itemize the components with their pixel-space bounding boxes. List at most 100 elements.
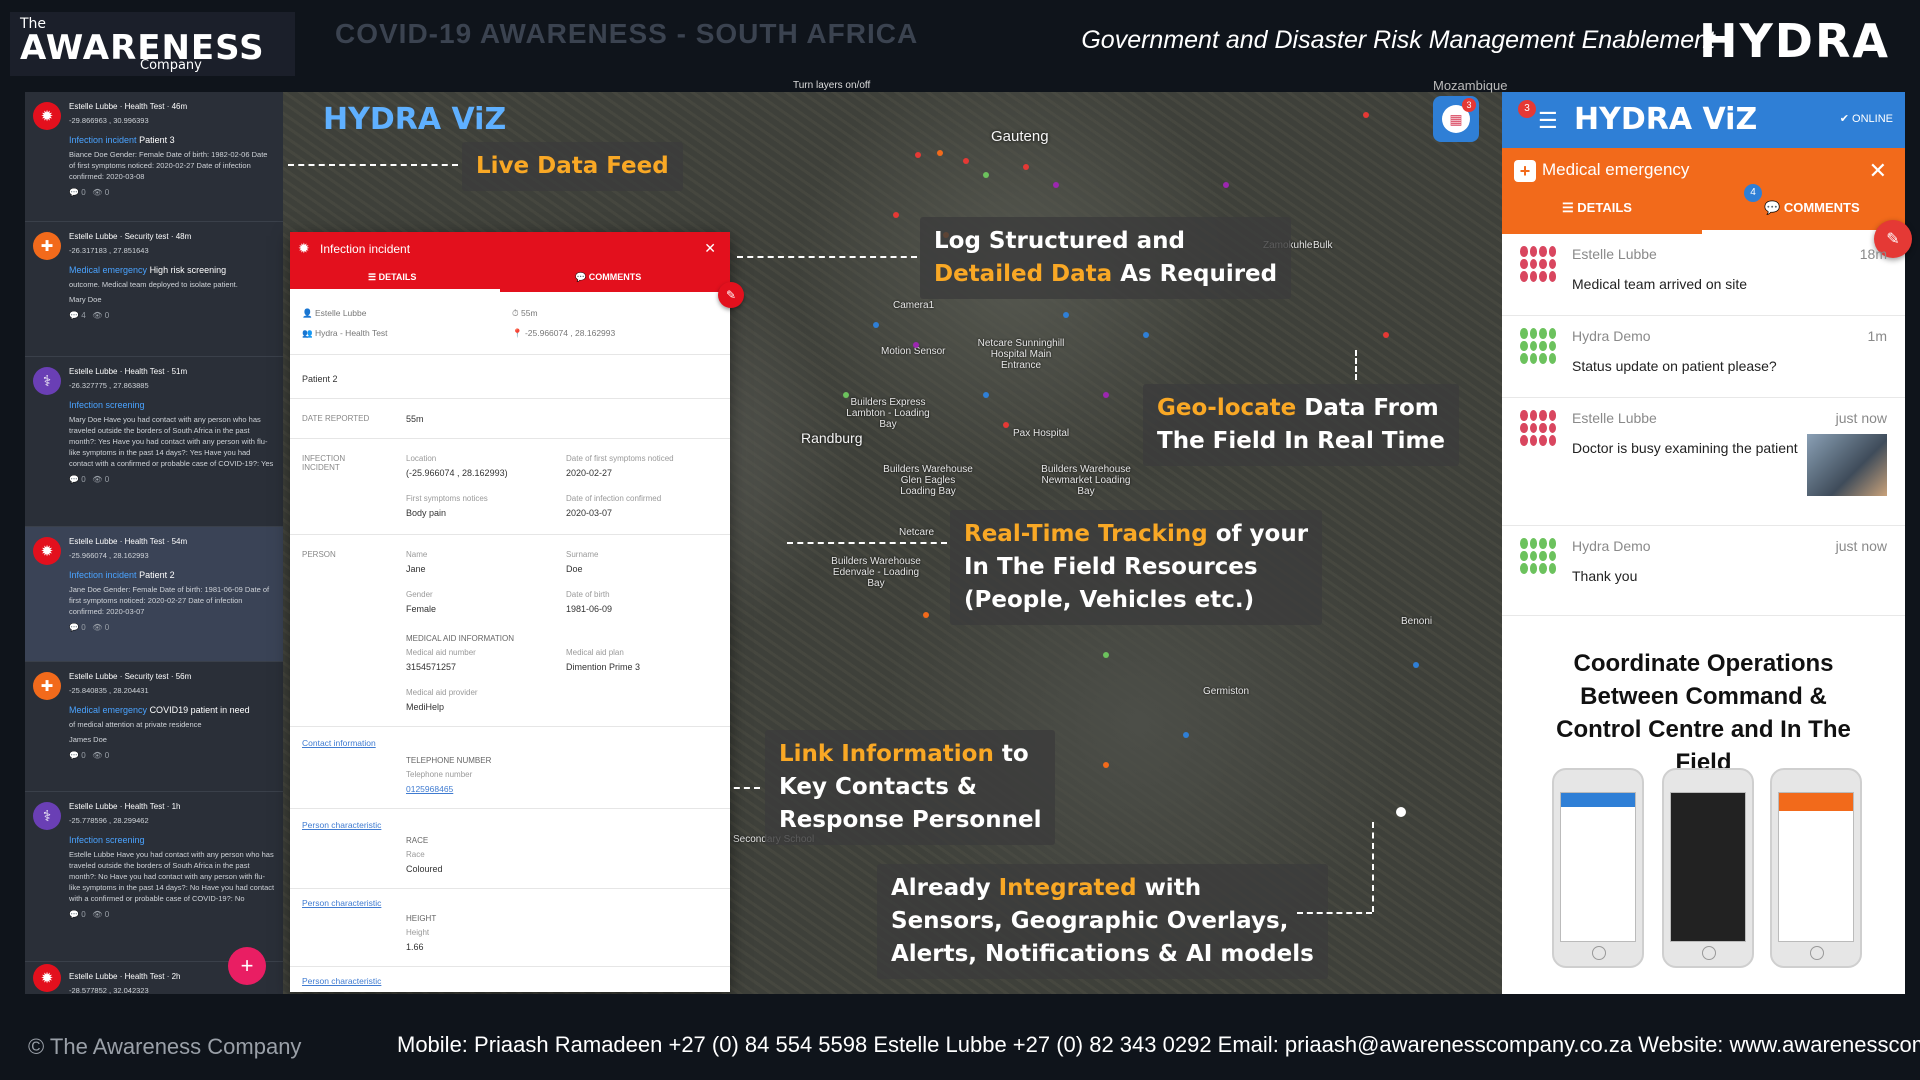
map-marker[interactable]: [983, 172, 989, 178]
avatar: [1520, 410, 1556, 446]
incident-coords: 📍 -25.966074 , 28.162993: [512, 328, 616, 338]
person-characteristic-link[interactable]: Person characteristic: [302, 976, 381, 986]
divider: [290, 354, 730, 355]
comment-photo[interactable]: [1807, 434, 1887, 496]
divider: [290, 534, 730, 535]
incident-group: 👥 Hydra - Health Test: [302, 328, 388, 338]
close-icon[interactable]: ✕: [704, 240, 716, 257]
map-marker[interactable]: [843, 392, 849, 398]
map-marker[interactable]: [1003, 422, 1009, 428]
phone-mockup: [1662, 768, 1754, 968]
menu-icon[interactable]: ☰: [1538, 108, 1558, 134]
comment-text: Medical team arrived on site: [1572, 276, 1748, 292]
feed-comments: 0: [81, 188, 86, 197]
map-marker[interactable]: [1363, 112, 1369, 118]
virus-icon: ✹: [298, 240, 310, 256]
mobile-incident-header: + Medical emergency ✕ ☰ DETAILS 💬 COMMEN…: [1502, 148, 1905, 234]
feed-age: 46m: [171, 102, 188, 111]
map-marker[interactable]: [913, 342, 919, 348]
feed-group: Health Test: [124, 367, 165, 376]
mobile-tab-details[interactable]: ☰ DETAILS: [1562, 200, 1632, 216]
grid-layer-button[interactable]: ▦ 3: [1433, 96, 1479, 142]
mobile-tab-comments[interactable]: 💬 COMMENTS: [1764, 200, 1860, 216]
map-marker[interactable]: [1063, 312, 1069, 318]
close-icon[interactable]: ✕: [1869, 158, 1887, 184]
add-button[interactable]: +: [228, 947, 266, 985]
layers-toggle[interactable]: Turn layers on/off: [793, 80, 870, 91]
person-characteristic-link[interactable]: Person characteristic: [302, 898, 381, 908]
place-builders-express: Builders Express Lambton - Loading Bay: [846, 397, 930, 430]
map-marker[interactable]: [1413, 662, 1419, 668]
divider: [290, 808, 730, 809]
medaid-plan-value: Dimention Prime 3: [566, 662, 641, 672]
map-marker[interactable]: [1183, 732, 1189, 738]
feed-item[interactable]: ⚕ Estelle Lubbe · Health Test · 1h -25.7…: [25, 792, 283, 962]
main-area: HYDRA ViZ Turn layers on/off Mozambique …: [25, 78, 1912, 995]
edit-button[interactable]: ✎: [718, 282, 744, 308]
tab-comments[interactable]: 💬 COMMENTS: [575, 272, 641, 283]
comment-item: Hydra Demo 1m Status update on patient p…: [1502, 316, 1905, 398]
map-marker[interactable]: [1223, 182, 1229, 188]
race-label: Race: [406, 850, 425, 859]
sensor-marker[interactable]: [1396, 807, 1406, 817]
awareness-logo[interactable]: The AWARENESS Company: [10, 12, 295, 76]
feed-item[interactable]: ✚ Estelle Lubbe · Security test · 48m -2…: [25, 222, 283, 357]
place-netcare-sunninghill: Netcare Sunninghill Hospital Main Entran…: [977, 338, 1065, 371]
arrow: [288, 164, 458, 166]
person-characteristic-link[interactable]: Person characteristic: [302, 820, 381, 830]
tab-details[interactable]: ☰ DETAILS: [368, 272, 416, 283]
feed-group: Health Test: [124, 102, 165, 111]
feed-item[interactable]: ⚕ Estelle Lubbe · Health Test · 51m -26.…: [25, 357, 283, 527]
comment-item: Hydra Demo just now Thank you: [1502, 526, 1905, 616]
feed-item[interactable]: ✹ Estelle Lubbe · Health Test · 46m -29.…: [25, 92, 283, 222]
map-marker[interactable]: [1383, 332, 1389, 338]
map-marker[interactable]: [983, 392, 989, 398]
map-marker[interactable]: [893, 212, 899, 218]
surname-label: Surname: [566, 550, 599, 559]
mobile-topbar: 3 ☰ HYDRA ViZ ✔ ONLINE: [1502, 92, 1905, 148]
feed-age: 2h: [171, 972, 181, 981]
comment-author: Hydra Demo: [1572, 538, 1651, 554]
medaid-number-label: Medical aid number: [406, 648, 476, 657]
live-feed: ✹ Estelle Lubbe · Health Test · 46m -29.…: [25, 92, 283, 995]
feed-author: James Doe: [69, 735, 107, 744]
notification-badge: 3: [1518, 100, 1536, 118]
medical-icon: ✚: [33, 232, 61, 260]
map-marker[interactable]: [923, 612, 929, 618]
comment-time: 1m: [1867, 328, 1887, 344]
online-status: ✔ ONLINE: [1839, 113, 1893, 125]
feed-coords: -25.966074 , 28.162993: [69, 551, 149, 560]
telephone-link[interactable]: 0125968465: [406, 784, 453, 794]
feed-age: 1h: [171, 802, 181, 811]
map-marker[interactable]: [1143, 332, 1149, 338]
feed-views: 0: [104, 475, 110, 484]
map-marker[interactable]: [937, 150, 943, 156]
map-marker[interactable]: [1023, 164, 1029, 170]
place-builders-newmarket: Builders Warehouse Newmarket Loading Bay: [1041, 464, 1131, 497]
confirmed-label: Date of infection confirmed: [566, 494, 662, 503]
feed-comments: 4: [81, 311, 86, 320]
map-marker[interactable]: [963, 158, 969, 164]
symptoms-label: First symptoms notices: [406, 494, 488, 503]
comment-author: Estelle Lubbe: [1572, 410, 1657, 426]
place-germiston: Germiston: [1203, 686, 1250, 697]
hydra-logo: HYDRA: [1698, 14, 1890, 68]
map-marker[interactable]: [873, 322, 879, 328]
feed-item[interactable]: ✚ Estelle Lubbe · Security test · 56m -2…: [25, 662, 283, 792]
feed-views: 0: [104, 751, 110, 760]
tab-underline: [290, 289, 500, 292]
divider: [290, 398, 730, 399]
screening-icon: ⚕: [33, 367, 61, 395]
feed-type: Infection incident: [69, 135, 137, 145]
map-marker[interactable]: [1103, 652, 1109, 658]
map-marker[interactable]: [1053, 182, 1059, 188]
feed-type: Infection screening: [69, 835, 145, 845]
feed-subject: Patient 2: [139, 570, 175, 580]
place-benoni: Benoni: [1401, 616, 1433, 627]
map-marker[interactable]: [1103, 392, 1109, 398]
tagline: Government and Disaster Risk Management …: [1081, 26, 1715, 54]
map-marker[interactable]: [915, 152, 921, 158]
map-marker[interactable]: [1103, 762, 1109, 768]
contact-info-link[interactable]: Contact information: [302, 738, 376, 748]
feed-item-selected[interactable]: ✹ Estelle Lubbe · Health Test · 54m -25.…: [25, 527, 283, 662]
